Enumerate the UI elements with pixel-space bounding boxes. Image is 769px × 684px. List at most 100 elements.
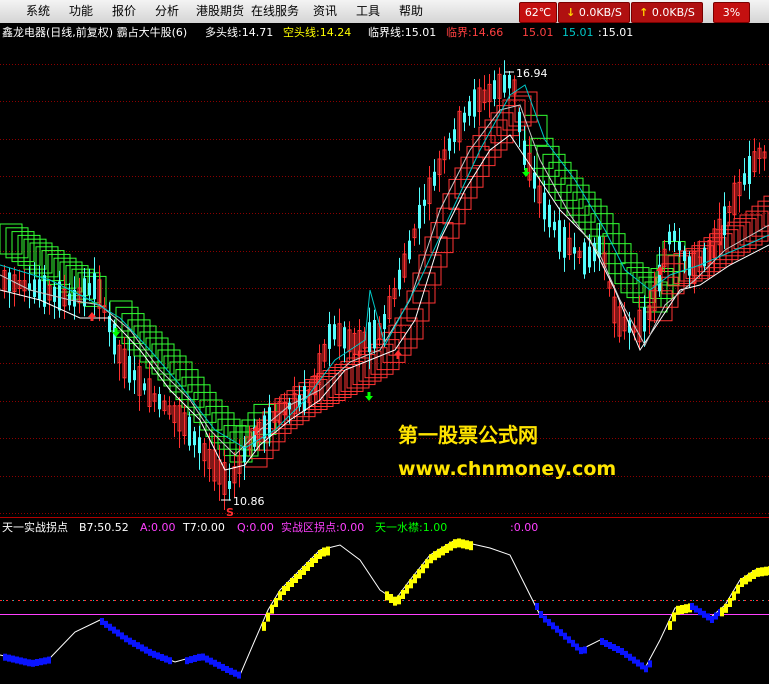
candle-body xyxy=(93,273,96,300)
candle-body xyxy=(553,221,556,231)
menu-tools[interactable]: 工具 xyxy=(356,0,380,23)
bear-bar xyxy=(225,666,229,673)
watermark-url: www.chnmoney.com xyxy=(398,458,616,480)
bull-bar xyxy=(760,567,764,577)
bear-bar xyxy=(104,620,108,628)
bear-bar xyxy=(604,640,608,647)
bull-bar xyxy=(282,586,286,595)
candle-body xyxy=(368,322,371,353)
candle-body xyxy=(518,111,521,133)
candle-body xyxy=(678,241,681,251)
bear-bar xyxy=(229,667,233,675)
bear-bar xyxy=(233,669,237,677)
bear-bar xyxy=(620,648,624,655)
candle-body xyxy=(523,140,526,165)
bear-bar xyxy=(571,639,575,647)
menu-analysis[interactable]: 分析 xyxy=(155,0,179,23)
menu-hk-futures[interactable]: 港股期货 xyxy=(196,0,244,23)
bear-bar xyxy=(27,659,31,667)
cpu-temperature-badge: 62℃ xyxy=(519,2,557,23)
bear-bar xyxy=(644,665,648,673)
chart-area[interactable]: 16.94 10.86 S 第一股票公式网 www.chnmoney.com 鑫… xyxy=(0,23,769,684)
bear-bar xyxy=(710,616,714,623)
bear-bar xyxy=(100,618,104,625)
candle-body xyxy=(373,319,376,349)
bear-bar xyxy=(23,658,27,666)
bear-bar xyxy=(640,662,644,670)
bull-bar xyxy=(453,539,457,549)
bull-bar xyxy=(724,603,728,613)
bear-bar xyxy=(575,643,579,651)
watermark-title: 第一股票公式网 xyxy=(398,423,538,447)
bear-bar xyxy=(152,650,156,658)
bear-bar xyxy=(31,659,35,667)
bear-bar xyxy=(702,610,706,618)
bull-bar xyxy=(756,567,760,577)
bull-bar xyxy=(298,570,302,579)
bear-bar xyxy=(636,659,640,667)
bear-bar xyxy=(628,653,632,661)
bull-bar xyxy=(720,607,724,617)
bull-bar xyxy=(740,578,744,587)
bear-bar xyxy=(197,653,201,661)
bear-bar xyxy=(112,626,116,634)
critical-line-readout: 临界线:15.01 xyxy=(368,25,436,39)
bull-bar xyxy=(385,591,389,601)
bear-bar xyxy=(583,646,587,654)
bear-bar xyxy=(555,625,559,633)
bear-bar xyxy=(608,642,612,649)
candle-body xyxy=(493,80,496,100)
candle-body xyxy=(193,431,196,446)
candle-body xyxy=(743,173,746,185)
candle-body xyxy=(473,89,476,117)
bull-bar xyxy=(728,598,732,607)
bear-bar xyxy=(579,647,583,655)
bear-bar xyxy=(43,657,47,665)
bear-line-readout: 空头线:14.24 xyxy=(283,25,351,39)
high-price-label: 16.94 xyxy=(516,67,548,80)
bull-bar xyxy=(736,584,740,594)
candle-body xyxy=(198,437,201,454)
bear-bar xyxy=(11,655,15,663)
candle-body xyxy=(573,247,576,254)
bull-bar xyxy=(441,546,445,556)
menu-online-service[interactable]: 在线服务 xyxy=(251,0,299,23)
candle-body xyxy=(508,74,511,89)
bear-bar xyxy=(124,635,128,643)
candle-body xyxy=(723,206,726,236)
download-arrow-icon: ↓ xyxy=(566,6,576,19)
bear-bar xyxy=(132,639,136,647)
bear-bar xyxy=(559,629,563,637)
candle-body xyxy=(588,246,591,268)
menu-quote[interactable]: 报价 xyxy=(112,0,136,23)
turning-point-readout: 实战区拐点:0.00 xyxy=(281,520,364,534)
bull-bar xyxy=(672,612,676,622)
menu-system[interactable]: 系统 xyxy=(26,0,50,23)
upload-speed-badge: ↑ 0.0KB/S xyxy=(631,2,703,23)
candle-body xyxy=(8,272,11,292)
menu-bar: 系统 功能 报价 分析 港股期货 在线服务 资讯 工具 帮助 62℃ ↓ 0.0… xyxy=(0,0,769,24)
candle-body xyxy=(128,356,131,383)
menu-function[interactable]: 功能 xyxy=(69,0,93,23)
bear-bar xyxy=(694,605,698,613)
bull-bar xyxy=(266,612,270,622)
candle-body xyxy=(503,74,506,93)
bear-bar xyxy=(714,612,718,620)
bull-bar xyxy=(270,604,274,614)
candle-body xyxy=(583,242,586,275)
bear-bar xyxy=(209,657,213,665)
candle-body xyxy=(533,172,536,189)
bear-bar xyxy=(168,657,172,665)
menu-news[interactable]: 资讯 xyxy=(313,0,337,23)
bull-bar xyxy=(421,564,425,574)
bull-bar xyxy=(322,547,326,557)
bull-bar xyxy=(294,574,298,583)
menu-help[interactable]: 帮助 xyxy=(399,0,423,23)
bear-bar xyxy=(136,642,140,650)
candle-body xyxy=(673,230,676,242)
bull-bar xyxy=(262,621,266,631)
bear-bar xyxy=(35,659,39,666)
candle-body xyxy=(143,383,146,391)
bear-bar xyxy=(221,663,225,671)
bull-bar xyxy=(405,584,409,594)
